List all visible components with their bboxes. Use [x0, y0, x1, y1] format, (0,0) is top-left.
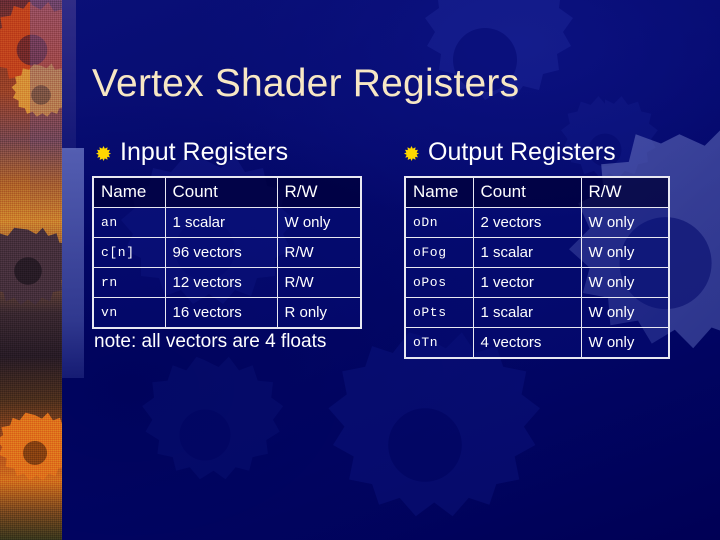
cell-register-count: 2 vectors	[472, 207, 582, 238]
cell-register-rw: W only	[580, 297, 670, 328]
page-title: Vertex Shader Registers	[92, 62, 520, 105]
decorative-blue-bar-top	[62, 0, 76, 150]
output-registers-heading-label: Output Registers	[428, 138, 616, 166]
cell-register-name: vn	[92, 297, 166, 329]
column-header-rw: R/W	[580, 176, 670, 208]
cell-register-count: 4 vectors	[472, 327, 582, 359]
table-header-row: Name Count R/W	[404, 176, 670, 208]
strip-texture-overlay	[0, 0, 62, 540]
cell-register-count: 16 vectors	[164, 297, 278, 329]
cell-register-name: oDn	[404, 207, 474, 238]
table-row: oFog 1 scalar W only	[404, 237, 670, 268]
cell-register-rw: W only	[580, 267, 670, 298]
table-row: rn 12 vectors R/W	[92, 267, 362, 298]
cell-register-rw: W only	[580, 207, 670, 238]
cell-register-name: rn	[92, 267, 166, 298]
input-registers-heading: Input Registers	[96, 138, 288, 167]
slide-canvas: Vertex Shader Registers Input Registers …	[0, 0, 720, 540]
starburst-icon	[96, 146, 111, 161]
cell-register-name: oPts	[404, 297, 474, 328]
table-header-row: Name Count R/W	[92, 176, 362, 208]
cell-register-name: oTn	[404, 327, 474, 359]
cell-register-rw: R/W	[276, 237, 362, 268]
input-registers-table: Name Count R/W an 1 scalar W only c[n] 9…	[92, 176, 362, 329]
input-registers-heading-label: Input Registers	[120, 138, 289, 166]
cell-register-count: 12 vectors	[164, 267, 278, 298]
cell-register-name: c[n]	[92, 237, 166, 268]
cell-register-count: 1 vector	[472, 267, 582, 298]
column-header-count: Count	[164, 176, 278, 208]
cell-register-rw: R/W	[276, 267, 362, 298]
cell-register-rw: W only	[276, 207, 362, 238]
note-text: note: all vectors are 4 floats	[94, 331, 327, 352]
table-row: an 1 scalar W only	[92, 207, 362, 238]
cell-register-rw: W only	[580, 327, 670, 359]
table-row: c[n] 96 vectors R/W	[92, 237, 362, 268]
table-row: oPos 1 vector W only	[404, 267, 670, 298]
decorative-blue-bar	[62, 148, 84, 378]
cell-register-count: 1 scalar	[472, 297, 582, 328]
table-row: oTn 4 vectors W only	[404, 327, 670, 359]
decorative-side-strip	[0, 0, 62, 540]
output-registers-heading: Output Registers	[404, 138, 616, 167]
cell-register-count: 96 vectors	[164, 237, 278, 268]
cell-register-name: an	[92, 207, 166, 238]
cell-register-name: oPos	[404, 267, 474, 298]
table-row: oDn 2 vectors W only	[404, 207, 670, 238]
column-header-name: Name	[92, 176, 166, 208]
cell-register-name: oFog	[404, 237, 474, 268]
cell-register-count: 1 scalar	[164, 207, 278, 238]
output-registers-table: Name Count R/W oDn 2 vectors W only oFog…	[404, 176, 670, 359]
table-row: oPts 1 scalar W only	[404, 297, 670, 328]
column-header-name: Name	[404, 176, 474, 208]
cell-register-count: 1 scalar	[472, 237, 582, 268]
starburst-icon	[404, 146, 419, 161]
table-row: vn 16 vectors R only	[92, 297, 362, 329]
column-header-rw: R/W	[276, 176, 362, 208]
cell-register-rw: W only	[580, 237, 670, 268]
cell-register-rw: R only	[276, 297, 362, 329]
column-header-count: Count	[472, 176, 582, 208]
